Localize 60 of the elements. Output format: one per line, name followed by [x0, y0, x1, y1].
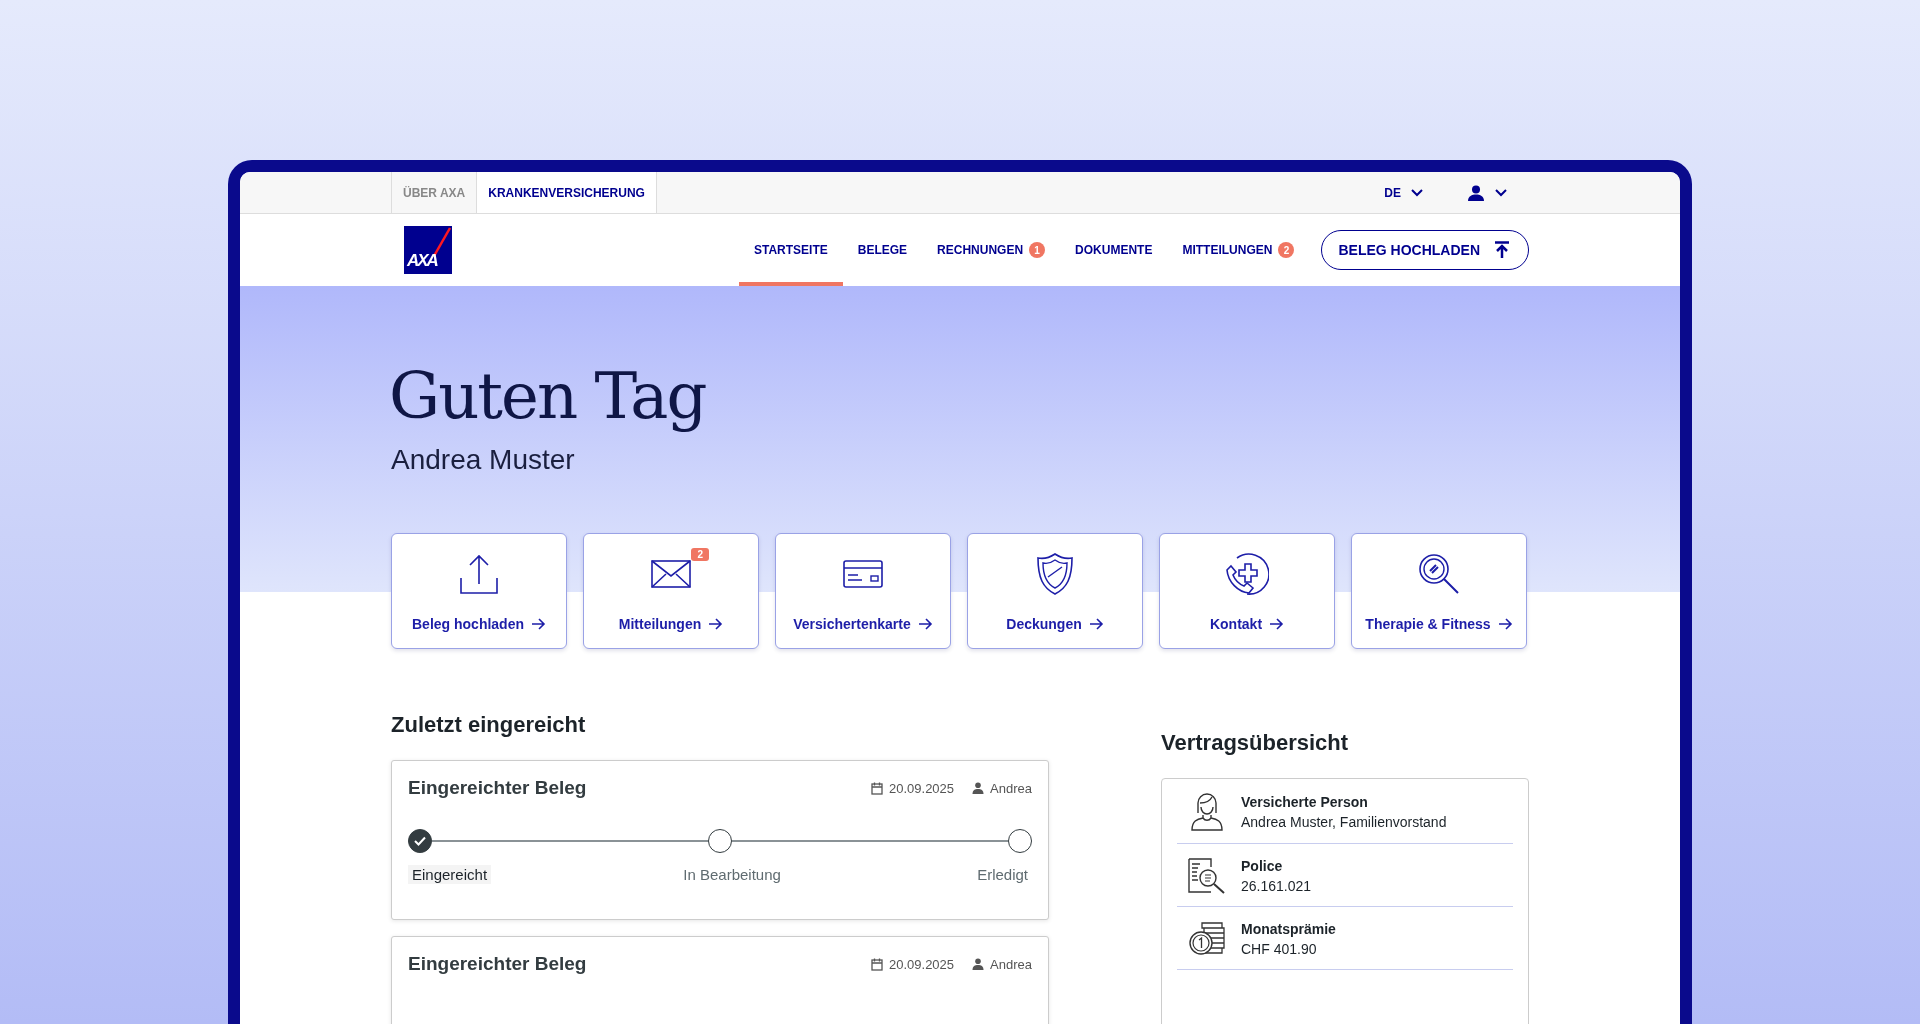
- step-label: Erledigt: [976, 865, 1029, 884]
- arrow-right-icon: [1498, 618, 1513, 630]
- contract-value: 26.161.021: [1241, 878, 1312, 894]
- receipt-person: Andrea: [990, 780, 1032, 796]
- person-icon: [972, 782, 985, 794]
- card-icon: [843, 560, 883, 588]
- shortcut-tile[interactable]: 2 Mitteilungen: [583, 533, 759, 649]
- receipt-card[interactable]: Eingereichter Beleg 20.09.2025 Andrea Eingereicht In Bearbeitung Erledigt: [391, 760, 1049, 920]
- upload-icon: [460, 554, 498, 594]
- logo[interactable]: AXA: [404, 226, 452, 274]
- phone-cross-icon: [1225, 552, 1269, 596]
- coins-icon: [1187, 921, 1227, 957]
- chevron-down-icon: [1495, 188, 1507, 197]
- section-heading: Vertragsübersicht: [1161, 730, 1350, 756]
- receipt-card[interactable]: Eingereichter Beleg 20.09.2025 Andrea: [391, 936, 1049, 1024]
- receipt-title: Eingereichter Beleg: [408, 777, 587, 799]
- nav-item[interactable]: BELEGE: [842, 214, 923, 286]
- arrow-right-icon: [709, 618, 724, 630]
- greeting-heading: Guten Tag: [389, 358, 707, 435]
- arrow-right-icon: [1270, 618, 1285, 630]
- contract-label: Monatsprämie: [1241, 921, 1336, 937]
- contract-value: Andrea Muster, Familienvorstand: [1241, 814, 1447, 830]
- count-badge: 1: [1029, 242, 1046, 258]
- contract-label: Versicherte Person: [1241, 794, 1369, 810]
- person-icon: [972, 958, 985, 970]
- magnifier-icon: [1418, 553, 1460, 595]
- shortcut-tile[interactable]: Versichertenkarte: [775, 533, 951, 649]
- calendar-icon: [871, 781, 883, 795]
- envelope-icon: [651, 560, 691, 588]
- nav-item[interactable]: RECHNUNGEN 1: [922, 214, 1061, 286]
- shortcut-tile[interactable]: Kontakt: [1159, 533, 1335, 649]
- shield-icon: [1037, 553, 1073, 595]
- nav-item[interactable]: MITTEILUNGEN 2: [1167, 214, 1310, 286]
- chevron-down-icon: [1411, 188, 1423, 197]
- count-badge: 2: [1278, 242, 1295, 258]
- shortcut-tile[interactable]: Deckungen: [967, 533, 1143, 649]
- step-label: Eingereicht: [408, 865, 492, 884]
- step-label: In Bearbeitung: [682, 865, 782, 884]
- section-heading: Zuletzt eingereicht: [391, 712, 587, 738]
- arrow-right-icon: [1089, 618, 1104, 630]
- calendar-icon: [871, 957, 883, 971]
- contract-value: CHF 401.90: [1241, 941, 1318, 957]
- receipt-date: 20.09.2025: [889, 780, 955, 796]
- arrow-right-icon: [532, 618, 546, 630]
- count-badge: 2: [691, 548, 709, 561]
- receipt-person: Andrea: [990, 956, 1032, 972]
- site-tab[interactable]: KRANKENVERSICHERUNG: [476, 172, 657, 213]
- receipt-title: Eingereichter Beleg: [408, 953, 587, 975]
- user-icon: [1467, 184, 1485, 201]
- contract-label: Police: [1241, 858, 1284, 874]
- receipt-date: 20.09.2025: [889, 956, 955, 972]
- shortcut-tile[interactable]: Therapie & Fitness: [1351, 533, 1527, 649]
- user-name: Andrea Muster: [391, 443, 576, 477]
- document-magnifier-icon: [1187, 858, 1227, 894]
- arrow-right-icon: [918, 618, 933, 630]
- upload-icon: [1494, 241, 1510, 259]
- nav-item[interactable]: DOKUMENTE: [1060, 214, 1168, 286]
- language-selector[interactable]: DE: [1382, 183, 1425, 202]
- shortcut-tile[interactable]: Beleg hochladen: [391, 533, 567, 649]
- upload-button[interactable]: BELEG HOCHLADEN: [1321, 230, 1529, 270]
